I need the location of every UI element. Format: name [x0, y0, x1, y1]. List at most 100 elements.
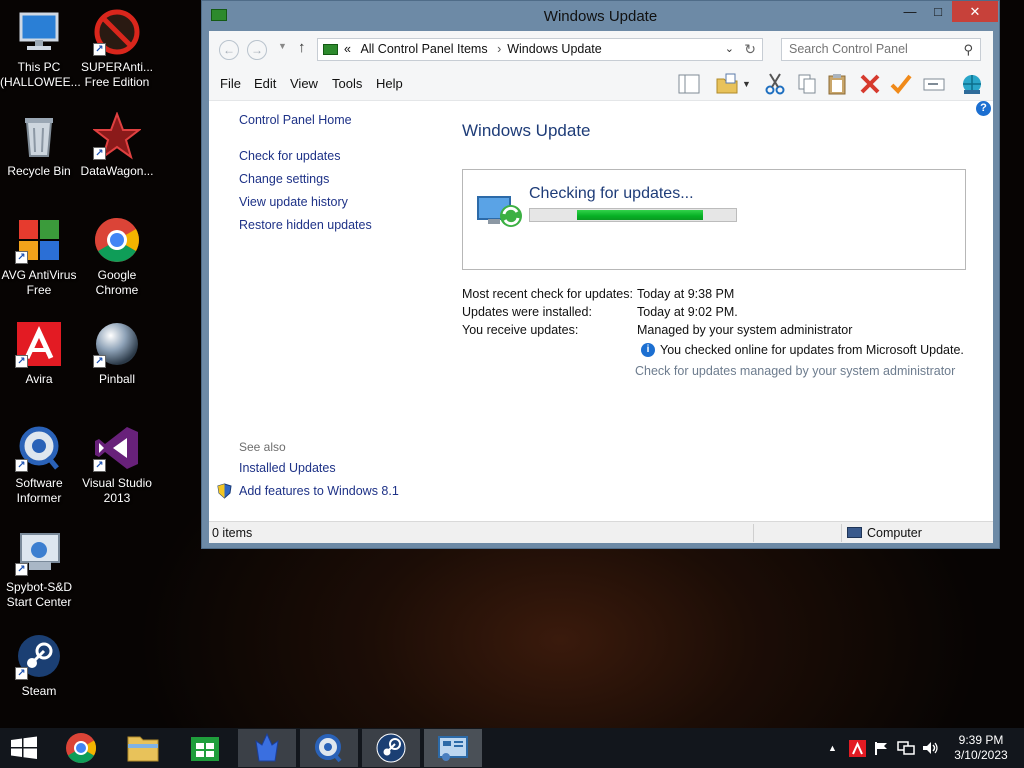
update-progress-fill — [577, 210, 703, 220]
taskbar-control-panel[interactable] — [424, 729, 482, 767]
refresh-icon: ↻ — [744, 41, 756, 57]
check-for-updates-link[interactable]: Check for updates — [239, 149, 340, 163]
back-button[interactable]: ← — [219, 40, 239, 60]
menu-view[interactable]: View — [290, 76, 318, 91]
up-button[interactable]: ↑ — [298, 39, 306, 56]
chevron-down-icon[interactable]: ▼ — [742, 72, 754, 96]
desktop-icon-pinball[interactable]: ↗ Pinball — [78, 320, 156, 387]
check-managed-updates-link[interactable]: Check for updates managed by your system… — [635, 364, 955, 378]
paste-icon[interactable] — [826, 72, 850, 96]
forward-button[interactable]: → — [247, 40, 267, 60]
breadcrumb-windows-update[interactable]: Windows Update — [507, 42, 602, 56]
desktop-icon-spybot[interactable]: ↗ Spybot-S&D Start Center — [0, 528, 78, 610]
steam-icon: ↗ — [15, 632, 63, 680]
control-panel-icon — [323, 44, 338, 55]
title-bar[interactable]: Windows Update — □ ✕ — [202, 1, 999, 31]
control-panel-home-link[interactable]: Control Panel Home — [239, 113, 352, 127]
shortcut-arrow-icon: ↗ — [93, 43, 106, 56]
desktop-icon-label: Recycle Bin — [7, 164, 71, 178]
installed-updates-link[interactable]: Installed Updates — [239, 461, 336, 475]
search-icon[interactable]: ⚲ — [963, 39, 973, 60]
taskbar-file-explorer[interactable] — [114, 729, 172, 767]
desktop-icon-visual-studio[interactable]: ↗ Visual Studio 2013 — [78, 424, 156, 506]
address-bar[interactable]: « All Control Panel Items › Windows Updat… — [317, 38, 763, 61]
clock-date: 3/10/2023 — [954, 748, 1008, 762]
avg-icon: ↗ — [15, 216, 63, 264]
desktop-icon-label: AVG AntiVirus Free — [1, 268, 77, 297]
network-icon[interactable] — [897, 740, 915, 759]
menu-tools[interactable]: Tools — [332, 76, 362, 91]
change-settings-link[interactable]: Change settings — [239, 172, 329, 186]
add-features-link[interactable]: Add features to Windows 8.1 — [239, 484, 399, 498]
chrome-icon — [66, 733, 97, 764]
shortcut-arrow-icon: ↗ — [93, 459, 106, 472]
show-hidden-icons-button[interactable]: ▲ — [828, 743, 837, 753]
avira-tray-icon[interactable] — [849, 740, 866, 757]
microsoft-update-note: You checked online for updates from Micr… — [660, 343, 964, 357]
close-button[interactable]: ✕ — [952, 1, 998, 22]
pinball-icon: ↗ — [93, 320, 141, 368]
menu-help[interactable]: Help — [376, 76, 403, 91]
taskbar-chrome[interactable] — [52, 729, 110, 767]
folder-options-icon[interactable] — [715, 72, 739, 96]
copy-icon[interactable] — [795, 72, 819, 96]
desktop-icon-chrome[interactable]: Google Chrome — [78, 216, 156, 298]
update-status-text: Checking for updates... — [529, 185, 694, 202]
window-title: Windows Update — [543, 8, 658, 25]
refresh-button[interactable]: ↻ — [744, 39, 756, 60]
desktop-icon-datawagon[interactable]: ↗ DataWagon... — [78, 111, 156, 179]
chevron-down-icon: ▼ — [278, 41, 287, 51]
item-count: 0 items — [212, 526, 253, 540]
taskbar-clock[interactable]: 9:39 PM 3/10/2023 — [946, 733, 1016, 763]
breadcrumb-overflow[interactable]: « — [344, 42, 351, 56]
chevron-up-icon: ▲ — [828, 743, 837, 753]
menu-file[interactable]: File — [220, 76, 241, 91]
see-also-heading: See also — [239, 440, 286, 454]
shortcut-arrow-icon: ↗ — [15, 251, 28, 264]
info-value-last-check: Today at 9:38 PM — [637, 287, 735, 301]
cut-icon[interactable] — [763, 72, 787, 96]
info-value-receive: Managed by your system administrator — [637, 323, 853, 337]
minimize-button[interactable]: — — [896, 1, 924, 22]
desktop-icon-superantispyware[interactable]: ↗ SUPERAnti... Free Edition — [78, 8, 156, 90]
taskbar-store[interactable] — [176, 729, 234, 767]
volume-icon[interactable] — [921, 740, 939, 759]
window-client: ← → ▼ ↑ « All Control Panel Items › Windo… — [209, 31, 993, 543]
breadcrumb-all-control-panel-items[interactable]: All Control Panel Items — [360, 42, 487, 56]
address-dropdown-button[interactable]: ⌄ — [725, 39, 734, 60]
desktop-icon-this-pc[interactable]: This PC (HALLOWEE... — [0, 8, 81, 90]
shortcut-arrow-icon: ↗ — [93, 355, 106, 368]
desktop-icon-software-informer[interactable]: ↗ Software Informer — [0, 424, 78, 506]
superantispyware-icon: ↗ — [93, 8, 141, 56]
rename-icon[interactable] — [922, 72, 946, 96]
back-arrow-icon: ← — [223, 43, 235, 57]
layout-pane-icon[interactable] — [677, 72, 701, 96]
shortcut-arrow-icon: ↗ — [15, 459, 28, 472]
restore-hidden-updates-link[interactable]: Restore hidden updates — [239, 218, 372, 232]
location-computer: Computer — [867, 526, 922, 540]
taskbar-software-informer[interactable] — [300, 729, 358, 767]
maximize-button[interactable]: □ — [924, 1, 952, 22]
info-value-installed: Today at 9:02 PM. — [637, 305, 738, 319]
help-icon[interactable]: ? — [976, 101, 991, 116]
breadcrumb-separator[interactable]: › — [497, 42, 501, 56]
address-row: ← → ▼ ↑ « All Control Panel Items › Windo… — [209, 31, 993, 67]
search-input[interactable] — [789, 39, 959, 60]
view-update-history-link[interactable]: View update history — [239, 195, 348, 209]
desktop-icon-recycle-bin[interactable]: Recycle Bin — [0, 112, 78, 179]
menu-edit[interactable]: Edit — [254, 76, 276, 91]
network-globe-icon[interactable] — [960, 72, 984, 96]
action-center-flag-icon[interactable] — [873, 740, 889, 759]
taskbar-crystal-app[interactable] — [238, 729, 296, 767]
desktop-icon-steam[interactable]: ↗ Steam — [0, 632, 78, 699]
properties-check-icon[interactable] — [889, 72, 913, 96]
software-informer-icon: ↗ — [15, 424, 63, 472]
desktop-icon-avg[interactable]: ↗ AVG AntiVirus Free — [0, 216, 78, 298]
delete-icon[interactable] — [858, 72, 882, 96]
taskbar-steam[interactable] — [362, 729, 420, 767]
desktop-icon-avira[interactable]: ↗ Avira — [0, 320, 78, 387]
chrome-icon — [93, 216, 141, 264]
start-button[interactable] — [0, 729, 48, 767]
desktop-icon-label: Visual Studio 2013 — [82, 476, 152, 505]
recent-locations-dropdown[interactable]: ▼ — [278, 41, 287, 51]
